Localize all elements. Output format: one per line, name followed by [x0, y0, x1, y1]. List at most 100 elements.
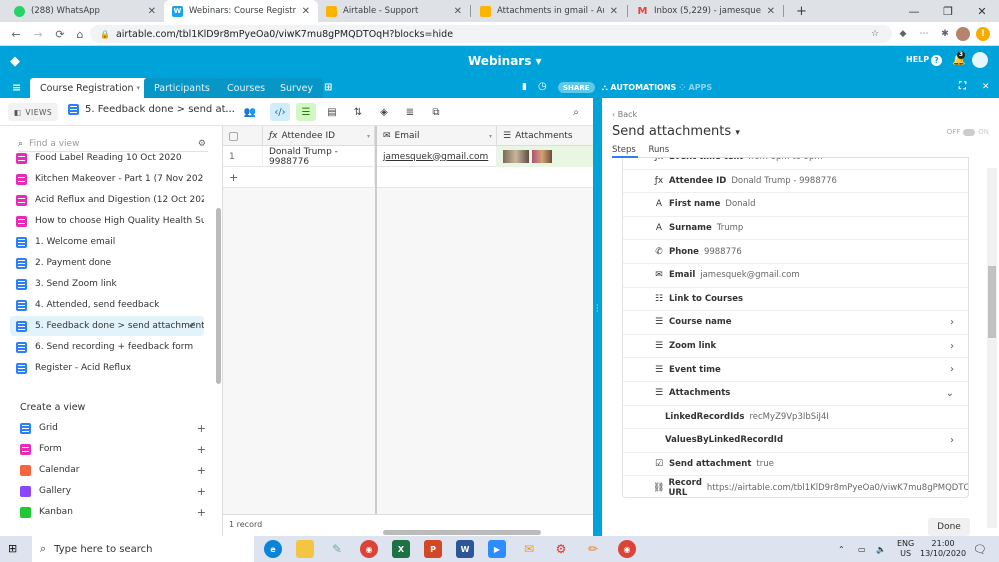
- sidebar-view-item[interactable]: How to choose High Quality Health Suppl.…: [10, 211, 204, 231]
- sort-icon[interactable]: ⇅: [348, 103, 368, 121]
- sidebar-view-item[interactable]: 2. Payment done: [10, 253, 204, 273]
- zoom-icon[interactable]: ▶: [488, 540, 506, 558]
- powerpoint-icon[interactable]: P: [424, 540, 442, 558]
- cell-attendee-id[interactable]: Donald Trump - 9988776: [263, 146, 375, 167]
- views-toggle-button[interactable]: ◧ VIEWS: [8, 103, 58, 121]
- sidebar-view-item[interactable]: Register - Acid Reflux: [10, 358, 204, 378]
- automation-title[interactable]: Send attachments ▾: [612, 124, 740, 139]
- automations-button[interactable]: ⛬ AUTOMATIONS: [602, 83, 676, 93]
- browser-tab-whatsapp[interactable]: (288) WhatsApp ✕: [6, 0, 164, 22]
- share-view-icon[interactable]: ⧉: [426, 103, 446, 121]
- new-tab-button[interactable]: +: [788, 0, 808, 22]
- cell-email[interactable]: jamesquek@gmail.com: [377, 146, 497, 167]
- network-icon[interactable]: ▭: [858, 536, 866, 562]
- chevron-right-icon[interactable]: ›: [950, 435, 954, 446]
- current-view-name[interactable]: 5. Feedback done > send at...: [68, 104, 235, 115]
- create-view-kanban[interactable]: Kanban +: [20, 502, 206, 522]
- edge-icon[interactable]: e: [264, 540, 282, 558]
- collaborators-icon[interactable]: 👥: [240, 103, 260, 121]
- taskbar-search-input[interactable]: ⌕ Type here to search: [32, 536, 254, 562]
- close-tab-icon[interactable]: ✕: [454, 6, 462, 17]
- close-tab-icon[interactable]: ✕: [610, 6, 618, 17]
- home-icon[interactable]: ⌂: [72, 26, 88, 42]
- back-link[interactable]: ‹ Back: [612, 110, 637, 119]
- back-arrow-icon[interactable]: ←: [8, 26, 24, 42]
- table-tab-courses[interactable]: Courses: [217, 78, 276, 98]
- create-view-calendar[interactable]: Calendar +: [20, 460, 206, 480]
- row-height-icon[interactable]: ≣: [400, 103, 420, 121]
- cell-attachments[interactable]: [497, 146, 593, 167]
- sidebar-view-item[interactable]: 6. Send recording + feedback form: [10, 337, 204, 357]
- panel-resize-handle[interactable]: · · ·: [593, 98, 602, 536]
- frozen-column-divider[interactable]: [375, 126, 377, 536]
- step-field-row[interactable]: ValuesByLinkedRecordId ›: [623, 429, 968, 453]
- group-icon[interactable]: ▤: [322, 103, 342, 121]
- search-icon[interactable]: ⌕: [566, 103, 586, 121]
- update-alert-icon[interactable]: !: [976, 27, 990, 41]
- sidebar-view-item[interactable]: 3. Send Zoom link: [10, 274, 204, 294]
- chevron-right-icon[interactable]: ›: [950, 341, 954, 352]
- file-explorer-icon[interactable]: [296, 540, 314, 558]
- close-panel-icon[interactable]: ✕: [982, 82, 990, 92]
- sidebar-view-item[interactable]: 5. Feedback done > send attachments ✔: [10, 316, 204, 336]
- help-link[interactable]: HELP: [906, 55, 929, 64]
- table-row[interactable]: 1 Donald Trump - 9988776 jamesquek@gmail…: [223, 146, 593, 167]
- close-tab-icon[interactable]: ✕: [148, 6, 156, 17]
- chrome-profile-icon[interactable]: ◉: [618, 540, 636, 558]
- close-window-button[interactable]: ✕: [965, 0, 999, 22]
- chevron-right-icon[interactable]: ›: [950, 364, 954, 375]
- select-all-checkbox[interactable]: [223, 126, 263, 146]
- forward-arrow-icon[interactable]: →: [30, 26, 46, 42]
- plus-icon[interactable]: +: [197, 464, 206, 477]
- clock[interactable]: 21:00 13/10/2020: [920, 536, 966, 562]
- column-header-attachments[interactable]: ☰ Attachments: [497, 126, 593, 146]
- step-field-row[interactable]: ☰ Attachments ⌄: [623, 382, 968, 406]
- excel-icon[interactable]: X: [392, 540, 410, 558]
- emclient-icon[interactable]: ✉: [520, 540, 538, 558]
- tag-extension-icon[interactable]: ◆: [896, 27, 910, 41]
- language-indicator[interactable]: ENG US: [897, 536, 914, 562]
- volume-icon[interactable]: 🔈: [876, 536, 886, 562]
- table-tab-course-registration[interactable]: Course Registration ▾: [30, 78, 151, 98]
- extension-icon[interactable]: ⋯: [917, 27, 931, 41]
- sidebar-scrollbar[interactable]: [216, 208, 221, 384]
- sidebar-view-item[interactable]: 4. Attended, send feedback: [10, 295, 204, 315]
- chevron-down-icon[interactable]: ⌄: [946, 388, 954, 399]
- history-icon[interactable]: ◷: [538, 81, 547, 92]
- plus-icon[interactable]: +: [197, 422, 206, 435]
- sidebar-view-item[interactable]: Food Label Reading 10 Oct 2020: [10, 148, 204, 168]
- tab-runs[interactable]: Runs: [649, 145, 670, 155]
- automation-toggle[interactable]: OFF ON: [947, 128, 989, 136]
- attachment-thumbnail[interactable]: [503, 150, 529, 163]
- browser-tab-airtable-support[interactable]: Airtable - Support ✕: [318, 0, 470, 22]
- column-header-email[interactable]: ✉ Email ▾: [377, 126, 497, 146]
- add-row-button[interactable]: +: [223, 167, 375, 188]
- attachment-thumbnail[interactable]: [532, 150, 552, 163]
- close-tab-icon[interactable]: ✕: [302, 6, 310, 17]
- step-field-row[interactable]: ☰ Course name ›: [623, 311, 968, 335]
- bookmark-star-icon[interactable]: ☆: [868, 27, 882, 41]
- sidebar-view-item[interactable]: 1. Welcome email: [10, 232, 204, 252]
- step-field-row[interactable]: ☰ Event time ›: [623, 358, 968, 382]
- add-row[interactable]: +: [223, 167, 593, 188]
- close-tab-icon[interactable]: ✕: [767, 6, 775, 17]
- horizontal-scrollbar[interactable]: [383, 530, 541, 535]
- user-avatar[interactable]: [972, 52, 988, 68]
- plus-icon[interactable]: +: [197, 506, 206, 519]
- paint-icon[interactable]: ✎: [328, 540, 346, 558]
- sidebar-view-item[interactable]: Kitchen Makeover - Part 1 (7 Nov 2020): [10, 169, 204, 189]
- table-tab-participants[interactable]: Participants: [144, 78, 220, 98]
- view-menu-button[interactable]: ···: [220, 103, 240, 121]
- create-view-gallery[interactable]: Gallery +: [20, 481, 206, 501]
- windows-start-icon[interactable]: ⊞: [8, 542, 17, 555]
- done-button[interactable]: Done: [928, 518, 970, 536]
- minimize-button[interactable]: —: [897, 0, 931, 22]
- profile-avatar[interactable]: [956, 27, 970, 41]
- puzzle-icon[interactable]: ✱: [938, 27, 952, 41]
- word-icon[interactable]: W: [456, 540, 474, 558]
- action-center-icon[interactable]: 🗨: [973, 536, 987, 562]
- panel-scrollbar-track[interactable]: [987, 168, 997, 528]
- create-view-grid[interactable]: Grid +: [20, 418, 206, 438]
- table-tab-survey[interactable]: Survey: [270, 78, 324, 98]
- tab-steps[interactable]: Steps: [612, 145, 636, 155]
